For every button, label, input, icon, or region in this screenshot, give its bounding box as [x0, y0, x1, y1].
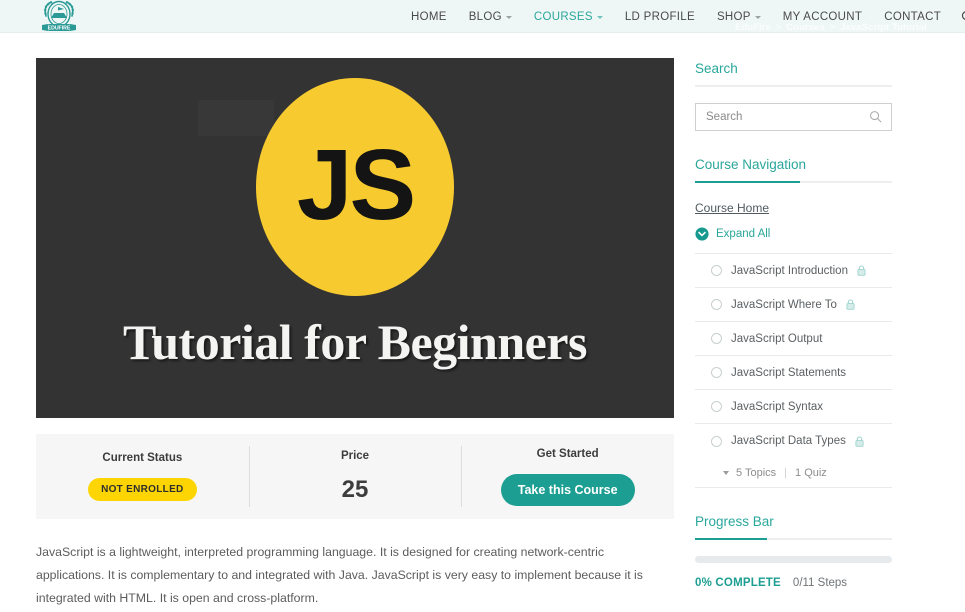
breadcrumb: EduFire > Courses > JavaScript Tutorial [735, 22, 927, 33]
lesson-sub-meta[interactable]: 5 Topics | 1 Quiz [695, 458, 892, 488]
circle-empty-icon [711, 435, 722, 447]
lesson-item[interactable]: JavaScript Output [695, 322, 892, 356]
lesson-label: JavaScript Statements [731, 366, 847, 379]
nav-item-label: MY ACCOUNT [782, 10, 863, 23]
sidebar: Search Course Navigation Course Home [695, 61, 892, 612]
svg-text:EDUFIRE: EDUFIRE [48, 26, 71, 32]
nav-item-label: BLOG [468, 10, 502, 23]
circle-empty-icon [711, 401, 722, 412]
search-icon [870, 111, 882, 123]
lesson-item[interactable]: JavaScript Data Types [695, 424, 892, 458]
page-body: JS Tutorial for Beginners Current Status… [0, 33, 965, 612]
chevron-down-icon [505, 16, 512, 19]
hero-overlay-tooltip [198, 100, 274, 136]
javascript-logo-badge: JS [256, 78, 454, 296]
lock-icon [846, 299, 855, 310]
lesson-label: JavaScript Syntax [731, 400, 824, 413]
lesson-list: JavaScript Introduction JavaScript Where… [695, 253, 892, 488]
course-price-value: 25 [341, 475, 369, 503]
nav-item-blog[interactable]: BLOG [458, 0, 523, 33]
take-this-course-button[interactable]: Take this Course [500, 473, 635, 506]
search-box[interactable] [695, 103, 892, 131]
lesson-item[interactable]: JavaScript Syntax [695, 390, 892, 424]
course-status-bar: Current Status NOT ENROLLED Price 25 Get… [36, 434, 674, 519]
progress-bar-widget: Progress Bar 0% COMPLETE 0/11 Steps [695, 514, 892, 589]
progress-info: 0% COMPLETE 0/11 Steps [695, 577, 892, 589]
chevron-down-icon [596, 16, 603, 19]
nav-item-courses[interactable]: COURSES [523, 0, 614, 33]
nav-item-label: HOME [411, 10, 447, 23]
lesson-label: JavaScript Data Types [731, 435, 846, 447]
javascript-logo-text: JS [296, 129, 416, 241]
nav-item-label: COURSES [533, 10, 593, 23]
enrollment-status-badge: NOT ENROLLED [88, 478, 197, 501]
expand-all-label: Expand All [716, 228, 771, 240]
chevron-down-circle-icon [695, 227, 709, 241]
progress-track [695, 556, 892, 563]
status-cell-price: Price 25 [248, 434, 462, 519]
site-header: EDUFIRE HOME BLOG COURSES LD PROFILE SHO… [0, 0, 965, 33]
edufire-logo-icon: EDUFIRE [42, 0, 76, 32]
status-cell-get-started: Get Started Take this Course [461, 434, 674, 519]
nav-item-label: LD PROFILE [624, 10, 695, 23]
lesson-item[interactable]: JavaScript Where To [695, 288, 892, 322]
chevron-down-icon [723, 470, 729, 475]
lesson-topics-count: 5 Topics [736, 466, 777, 479]
search-icon [961, 11, 965, 20]
breadcrumb-item-current: JavaScript Tutorial [840, 22, 927, 33]
lesson-item[interactable]: JavaScript Statements [695, 356, 892, 390]
breadcrumb-item-site[interactable]: EduFire [735, 22, 771, 33]
course-navigation-widget: Course Navigation Course Home Expand All… [695, 157, 892, 488]
lesson-label: JavaScript Where To [731, 298, 837, 311]
progress-steps-label: 0/11 Steps [792, 577, 848, 589]
widget-divider [695, 85, 892, 87]
circle-empty-icon [711, 265, 722, 276]
header-search-button[interactable] [952, 0, 965, 33]
chevron-down-icon [754, 16, 761, 19]
main-content-column: JS Tutorial for Beginners Current Status… [36, 58, 674, 612]
search-input[interactable] [696, 110, 861, 124]
search-submit-button[interactable] [869, 110, 882, 128]
lesson-label: JavaScript Introduction [731, 264, 848, 277]
breadcrumb-item-courses[interactable]: Courses [786, 22, 825, 33]
status-label: Price [340, 449, 370, 462]
course-description: JavaScript is a lightweight, interpreted… [36, 545, 643, 605]
breadcrumb-separator: > [829, 22, 836, 33]
expand-all-toggle[interactable]: Expand All [695, 227, 892, 241]
course-navigation-title: Course Navigation [695, 157, 807, 172]
status-label: Current Status [102, 452, 183, 464]
widget-divider [695, 538, 892, 540]
progress-percent-label: 0% COMPLETE [695, 577, 781, 589]
lesson-meta-separator: | [784, 466, 788, 479]
breadcrumb-separator: > [775, 22, 782, 33]
nav-item-label: SHOP [716, 10, 751, 23]
course-home-link[interactable]: Course Home [695, 201, 769, 215]
search-widget-title: Search [695, 61, 738, 76]
hero-title: Tutorial for Beginners [122, 314, 588, 370]
circle-empty-icon [711, 367, 722, 378]
nav-item-label: CONTACT [884, 10, 942, 23]
lesson-quiz-count: 1 Quiz [795, 466, 827, 479]
lock-icon [857, 265, 866, 276]
lesson-label: JavaScript Output [731, 332, 823, 345]
widget-divider [695, 181, 892, 183]
status-cell-current-status: Current Status NOT ENROLLED [36, 434, 249, 519]
lesson-item[interactable]: JavaScript Introduction [695, 254, 892, 288]
circle-empty-icon [711, 333, 722, 344]
progress-widget-title: Progress Bar [695, 514, 774, 529]
search-widget: Search [695, 61, 892, 131]
circle-empty-icon [711, 299, 722, 310]
nav-item-home[interactable]: HOME [400, 0, 458, 33]
lock-icon [855, 435, 864, 447]
course-hero-banner: JS Tutorial for Beginners [36, 58, 674, 418]
site-logo[interactable]: EDUFIRE [37, 0, 81, 35]
status-label: Get Started [536, 447, 599, 460]
nav-item-ld-profile[interactable]: LD PROFILE [614, 0, 706, 33]
